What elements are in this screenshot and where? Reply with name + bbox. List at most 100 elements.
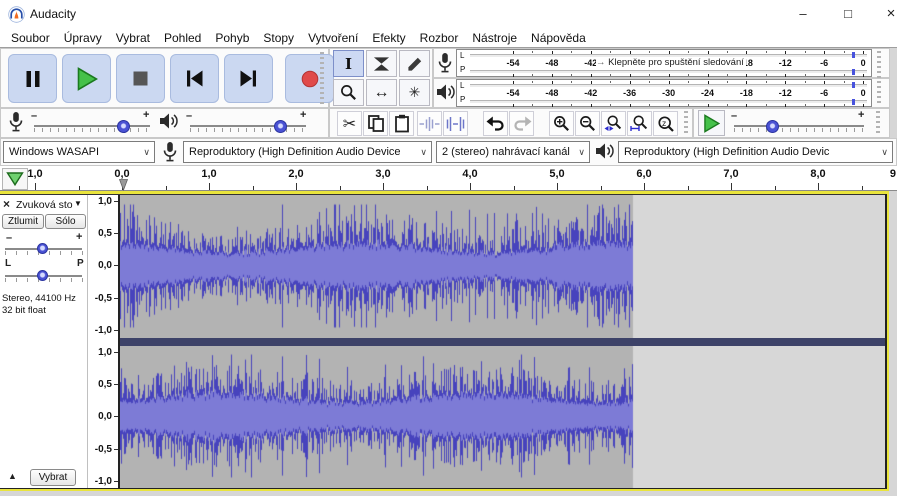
selection-tool-button[interactable]: I <box>333 50 364 77</box>
title-bar: Audacity – □ × <box>0 0 897 28</box>
meter-tick <box>863 51 864 54</box>
meter-grip[interactable] <box>877 51 881 105</box>
meter-minor-tick <box>649 51 650 53</box>
menu-item-vybrat[interactable]: Vybrat <box>109 31 157 45</box>
play-at-speed-button[interactable] <box>698 110 725 136</box>
playback-device-speaker-icon <box>595 142 615 160</box>
menu-item-efekty[interactable]: Efekty <box>365 31 412 45</box>
meter-minor-tick <box>727 104 728 106</box>
recording-channels-select[interactable]: 2 (stereo) nahrávací kanál∨ <box>436 141 590 163</box>
minimize-button[interactable]: – <box>786 0 820 28</box>
meter-peak-indicator <box>852 82 855 88</box>
speed-slider-ticks <box>734 128 865 132</box>
playback-device-select[interactable]: Reproduktory (High Definition Audio Devi… <box>618 141 893 163</box>
track-close-button[interactable]: × <box>3 197 10 211</box>
undo-button[interactable] <box>483 111 508 136</box>
timeline-label: 7,0 <box>723 168 738 180</box>
meter-groove <box>470 84 867 87</box>
menu-item-rozbor[interactable]: Rozbor <box>413 31 466 45</box>
record-volume-max: + <box>143 109 149 121</box>
trim-outside-selection-button[interactable] <box>417 111 442 136</box>
meter-minor-tick <box>610 51 611 53</box>
menu-item-soubor[interactable]: Soubor <box>4 31 57 45</box>
audio-host-select[interactable]: Windows WASAPI∨ <box>3 141 155 163</box>
timeline-major-tick <box>296 183 297 190</box>
fit-project-button[interactable] <box>627 111 652 136</box>
zoom-out-button[interactable] <box>575 111 600 136</box>
menu-item-vytvoreni[interactable]: Vytvoření <box>301 31 365 45</box>
record-volume-slider[interactable] <box>34 125 150 127</box>
play-button[interactable] <box>62 54 111 103</box>
draw-tool-button[interactable] <box>399 50 430 77</box>
speed-toolbar-grip[interactable] <box>876 111 880 135</box>
meter-minor-tick <box>571 74 572 76</box>
menu-item-pohyb[interactable]: Pohyb <box>208 31 256 45</box>
meter-scale-label: -12 <box>779 58 792 68</box>
speed-slider-thumb[interactable] <box>766 120 779 133</box>
vertical-scale-channel-2[interactable]: 1,00,50,0-0,5-1,0 <box>88 346 118 488</box>
redo-button[interactable] <box>509 111 534 136</box>
mute-button[interactable]: Ztlumit <box>2 214 44 229</box>
recording-device-select[interactable]: Reproduktory (High Definition Audio Devi… <box>183 141 432 163</box>
waveform-channel-1[interactable] <box>120 195 885 338</box>
menu-item-upravy[interactable]: Úpravy <box>57 31 109 45</box>
menu-item-stopy[interactable]: Stopy <box>256 31 301 45</box>
multi-tool-icon: ✳ <box>409 84 421 101</box>
meter-tick <box>552 81 553 84</box>
paste-button[interactable] <box>389 111 414 136</box>
skip-to-start-button[interactable] <box>170 54 219 103</box>
window-title: Audacity <box>30 7 76 21</box>
fit-selection-button[interactable] <box>601 111 626 136</box>
close-button[interactable]: × <box>874 0 897 28</box>
meter-scale-label: -42 <box>584 88 597 98</box>
recording-meter[interactable]: L P → Klepněte pro spuštění sledování -5… <box>456 49 872 77</box>
amp-scale-label: 0,0 <box>88 411 112 422</box>
record-button[interactable] <box>285 54 334 103</box>
solo-button[interactable]: Sólo <box>45 214 86 229</box>
timeline-ruler[interactable]: 1,00,01,02,03,04,05,06,07,08,09 <box>0 166 897 191</box>
timeline-minor-tick <box>688 186 689 190</box>
zoom-tool-button[interactable] <box>333 79 364 106</box>
svg-text:z: z <box>662 118 666 128</box>
pan-slider-thumb[interactable] <box>37 270 48 281</box>
pause-button[interactable] <box>8 54 57 103</box>
cut-button[interactable]: ✂ <box>337 111 362 136</box>
copy-icon <box>367 114 385 133</box>
menu-item-nastroje[interactable]: Nástroje <box>465 31 524 45</box>
gain-slider-thumb[interactable] <box>37 243 48 254</box>
amp-scale-label: -1,0 <box>88 476 112 487</box>
edit-toolbar-grip[interactable] <box>684 111 688 135</box>
maximize-button[interactable]: □ <box>831 0 865 28</box>
meter-scale-label: -48 <box>545 58 558 68</box>
meter-tick <box>863 104 864 107</box>
playback-meter[interactable]: L P -54-48-42-36-30-24-18-12-60 <box>456 79 872 107</box>
track-title[interactable]: Zvuková sto <box>16 199 73 211</box>
copy-button[interactable] <box>363 111 388 136</box>
select-track-button[interactable]: Vybrat <box>30 469 76 486</box>
timeshift-tool-button[interactable]: ↔ <box>366 79 397 106</box>
skip-to-end-button[interactable] <box>224 54 273 103</box>
zoom-in-button[interactable] <box>549 111 574 136</box>
stop-button[interactable] <box>116 54 165 103</box>
pause-icon <box>25 70 41 88</box>
vertical-scale-channel-1[interactable]: 1,00,50,0-0,5-1,0 <box>88 195 118 338</box>
envelope-tool-button[interactable] <box>366 50 397 77</box>
transport-grip[interactable] <box>320 52 324 104</box>
play-volume-slider[interactable] <box>190 125 306 127</box>
track-menu-triangle-icon[interactable]: ▼ <box>74 199 82 208</box>
timeline-label: 1,0 <box>201 168 216 180</box>
amp-scale-label: -0,5 <box>88 293 112 304</box>
channel-separator[interactable] <box>120 338 885 346</box>
multi-tool-button[interactable]: ✳ <box>399 79 430 106</box>
speed-slider[interactable] <box>734 125 864 127</box>
menu-item-napoveda[interactable]: Nápověda <box>524 31 593 45</box>
silence-selection-button[interactable] <box>443 111 468 136</box>
collapse-track-button[interactable]: ▲ <box>8 471 17 481</box>
menu-item-pohled[interactable]: Pohled <box>157 31 208 45</box>
waveform-channel-2[interactable] <box>120 346 885 488</box>
fit-project-icon <box>630 115 649 132</box>
zoom-toggle-button[interactable]: z <box>653 111 678 136</box>
track-format-line1: Stereo, 44100 Hz <box>2 293 76 304</box>
record-volume-thumb[interactable] <box>117 120 130 133</box>
play-volume-thumb[interactable] <box>274 120 287 133</box>
